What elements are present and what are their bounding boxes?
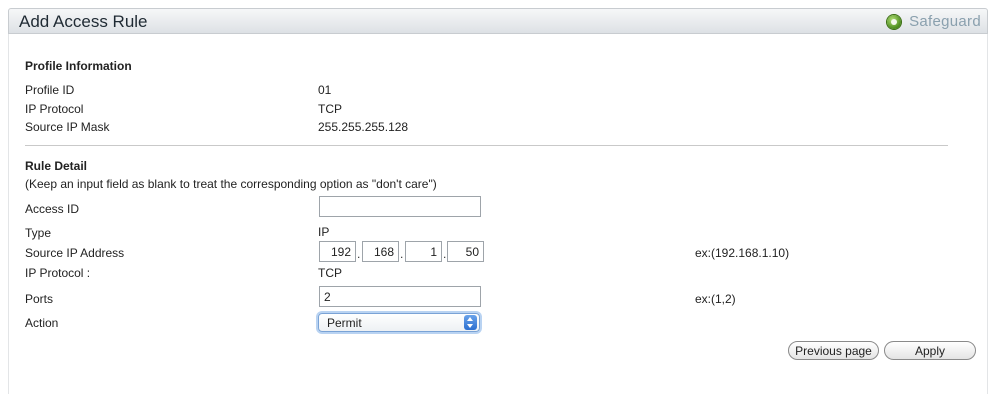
- page-header: Add Access Rule Safeguard: [8, 8, 988, 34]
- apply-button[interactable]: Apply: [884, 341, 976, 360]
- safeguard-status-icon: [887, 14, 902, 29]
- ports-input[interactable]: [319, 286, 481, 307]
- source-ip-mask-value: 255.255.255.128: [318, 120, 409, 134]
- source-ip-octet-1[interactable]: [319, 241, 356, 262]
- ip-protocol-rule-label: IP Protocol :: [25, 266, 91, 280]
- rule-detail-note: (Keep an input field as blank to treat t…: [25, 177, 437, 191]
- content-frame: [8, 34, 988, 394]
- type-value: IP: [318, 225, 330, 239]
- ip-protocol-value: TCP: [318, 102, 342, 116]
- access-id-input[interactable]: [319, 196, 481, 217]
- ip-dot-separator: .: [357, 247, 361, 261]
- ip-dot-separator: .: [400, 247, 404, 261]
- page-title: Add Access Rule: [19, 12, 148, 31]
- source-ip-octet-3[interactable]: [405, 241, 442, 262]
- action-select[interactable]: Permit: [318, 313, 480, 332]
- action-selected-value: Permit: [327, 316, 362, 330]
- safeguard-indicator: Safeguard: [887, 13, 981, 30]
- rule-detail-heading: Rule Detail: [25, 159, 88, 173]
- ports-label: Ports: [25, 292, 54, 306]
- source-ip-example: ex:(192.168.1.10): [695, 246, 790, 260]
- ip-protocol-rule-value: TCP: [318, 266, 342, 280]
- source-ip-label: Source IP Address: [25, 246, 125, 260]
- action-label: Action: [25, 316, 59, 330]
- safeguard-label: Safeguard: [909, 13, 981, 30]
- source-ip-octet-2[interactable]: [362, 241, 399, 262]
- section-divider: [25, 145, 948, 146]
- source-ip-mask-label: Source IP Mask: [25, 120, 110, 134]
- profile-id-label: Profile ID: [25, 83, 75, 97]
- source-ip-octet-4[interactable]: [447, 241, 484, 262]
- ip-protocol-label: IP Protocol: [25, 102, 84, 116]
- profile-heading: Profile Information: [25, 59, 132, 73]
- type-label: Type: [25, 226, 52, 240]
- ip-dot-separator: .: [443, 247, 447, 261]
- access-id-label: Access ID: [25, 202, 80, 216]
- ports-example: ex:(1,2): [695, 292, 736, 306]
- previous-page-button[interactable]: Previous page: [788, 341, 879, 360]
- profile-id-value: 01: [318, 83, 332, 97]
- select-arrows-icon: [464, 315, 477, 330]
